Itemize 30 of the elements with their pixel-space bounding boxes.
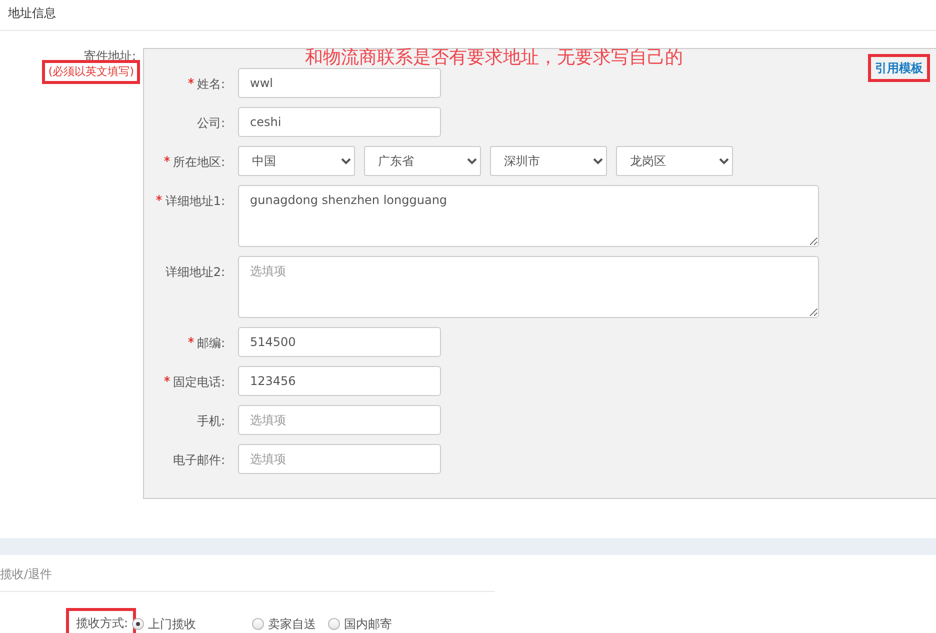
radio-button[interactable]	[252, 618, 264, 630]
radio-label[interactable]: 上门揽收	[148, 615, 196, 633]
dropdown[interactable]: 广东省	[364, 146, 481, 176]
annotation-text: 和物流商联系是否有要求地址，无要求写自己的	[305, 46, 683, 70]
field-label: 姓名:	[144, 68, 238, 93]
field-label: 固定电话:	[144, 366, 238, 391]
input-field[interactable]: wwl	[238, 68, 441, 98]
text-area[interactable]: gunagdong shenzhen longguang	[238, 185, 819, 247]
field-label: 详细地址2:	[164, 264, 226, 281]
field-label: 详细地址1:	[144, 185, 238, 210]
input-field[interactable]: 123456	[238, 366, 441, 396]
field-label: 所在地区:	[144, 146, 238, 171]
field-label: 电子邮件:	[172, 452, 226, 469]
section-title: 揽收/退件	[0, 567, 52, 581]
radio-label[interactable]: 国内邮寄	[344, 615, 392, 633]
dropdown[interactable]: 龙岗区	[616, 146, 733, 176]
dropdown[interactable]: 中国	[238, 146, 355, 176]
field-label: 邮编:	[144, 327, 238, 352]
field-label: 公司:	[196, 115, 226, 132]
input-field[interactable]: 选填项	[238, 405, 441, 435]
input-field[interactable]: ceshi	[238, 107, 441, 137]
text-area[interactable]: 选填项	[238, 256, 819, 318]
dropdown[interactable]: 深圳市	[490, 146, 607, 176]
section-title: 地址信息	[8, 6, 56, 20]
input-field[interactable]: 选填项	[238, 444, 441, 474]
field-label: 手机:	[196, 413, 226, 430]
radio-button[interactable]	[132, 618, 144, 630]
radio-label[interactable]: 卖家自送	[268, 615, 316, 633]
input-field[interactable]: 514500	[238, 327, 441, 357]
radio-button[interactable]	[328, 618, 340, 630]
